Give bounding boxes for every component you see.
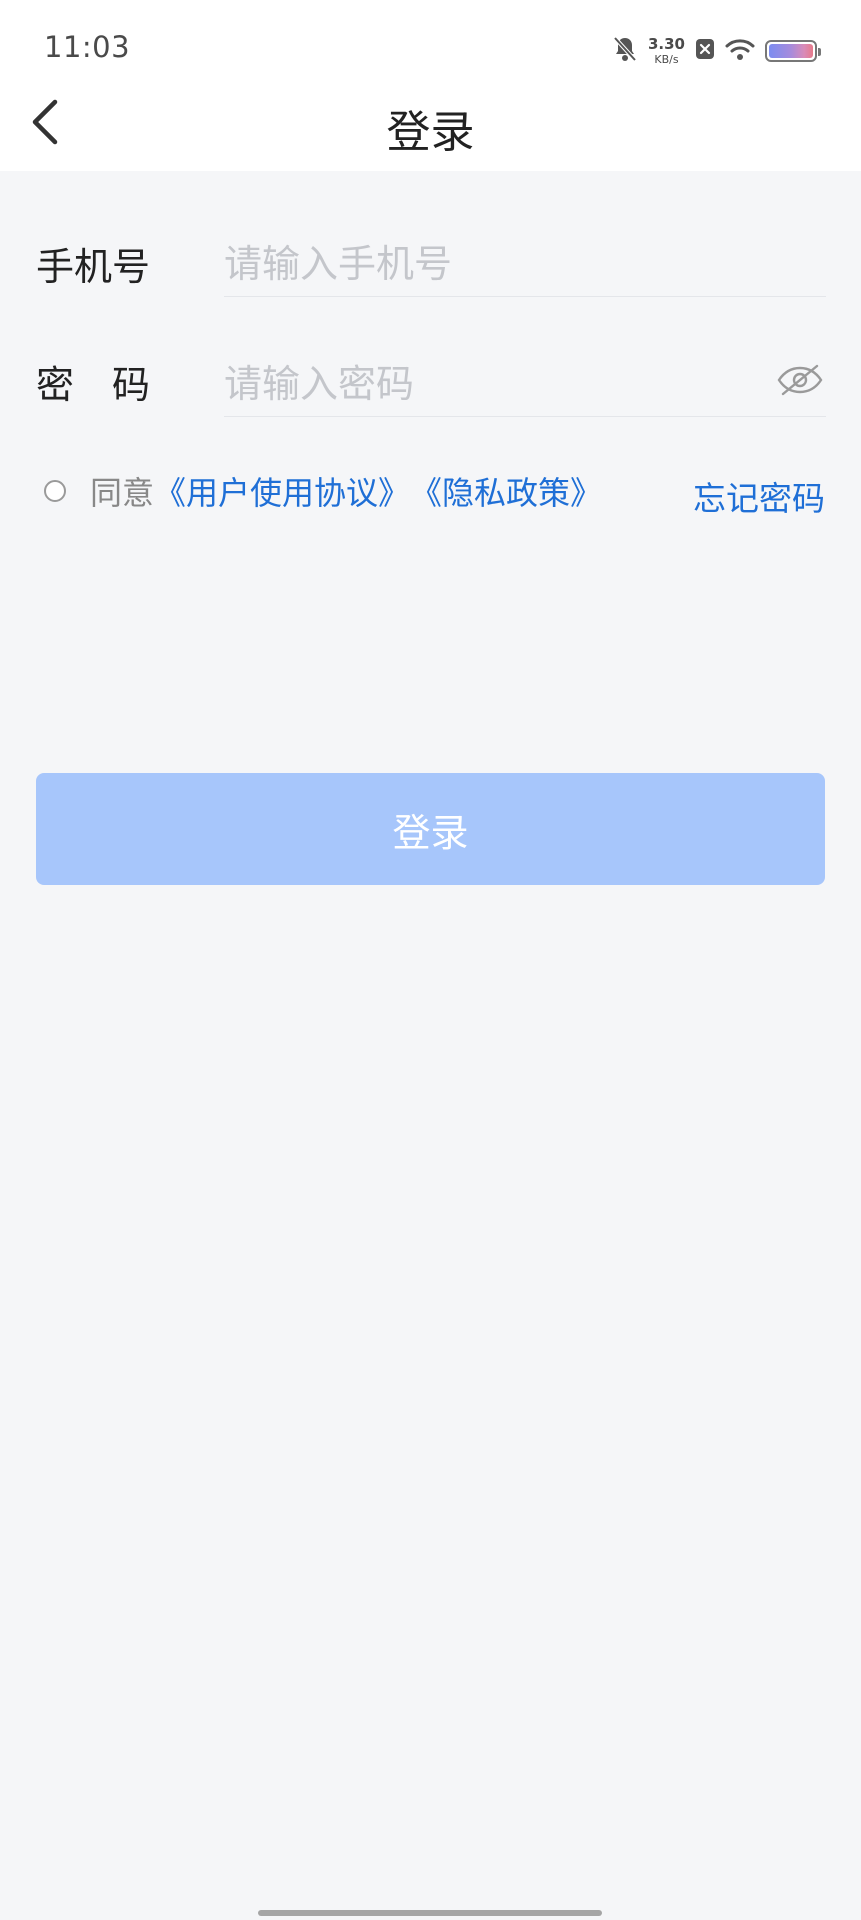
- net-speed: 3.30 KB/s: [647, 35, 685, 66]
- wifi-icon: [725, 37, 755, 65]
- eye-hidden-icon: [777, 364, 823, 396]
- battery-fill: [769, 44, 813, 58]
- phone-label: 手机号: [36, 245, 151, 289]
- net-speed-value: 3.30: [647, 35, 685, 53]
- net-speed-unit: KB/s: [654, 53, 679, 66]
- status-icons: 3.30 KB/s: [612, 34, 821, 68]
- battery-icon: [765, 40, 821, 62]
- password-input[interactable]: [224, 352, 764, 417]
- privacy-policy-link[interactable]: 《隐私政策》: [410, 468, 602, 514]
- agree-checkbox[interactable]: [44, 480, 66, 502]
- user-agreement-link[interactable]: 《用户使用协议》: [154, 468, 410, 514]
- phone-row: 手机号: [36, 232, 826, 326]
- phone-input[interactable]: [224, 232, 826, 297]
- password-row: 密 码: [36, 352, 826, 444]
- password-underline: [224, 416, 826, 417]
- page-title: 登录: [386, 107, 475, 158]
- agreement-row: 同意 《用户使用协议》 《隐私政策》: [44, 468, 602, 514]
- close-box-icon: [695, 37, 715, 65]
- agree-prefix: 同意: [90, 474, 155, 512]
- home-indicator[interactable]: [258, 1910, 602, 1916]
- top-bar: 11:03 3.30 KB/s 登录: [0, 0, 861, 171]
- login-screen: 11:03 3.30 KB/s 登录 手机号 请输入手机号 密 码 同意 《用户…: [0, 0, 861, 1920]
- status-time: 11:03: [44, 30, 131, 64]
- login-button[interactable]: 登录: [36, 773, 825, 885]
- forgot-password-link[interactable]: 忘记密码: [693, 472, 825, 520]
- bell-off-icon: [612, 35, 638, 67]
- password-visibility-toggle[interactable]: [774, 354, 826, 406]
- password-label: 密 码: [36, 363, 151, 407]
